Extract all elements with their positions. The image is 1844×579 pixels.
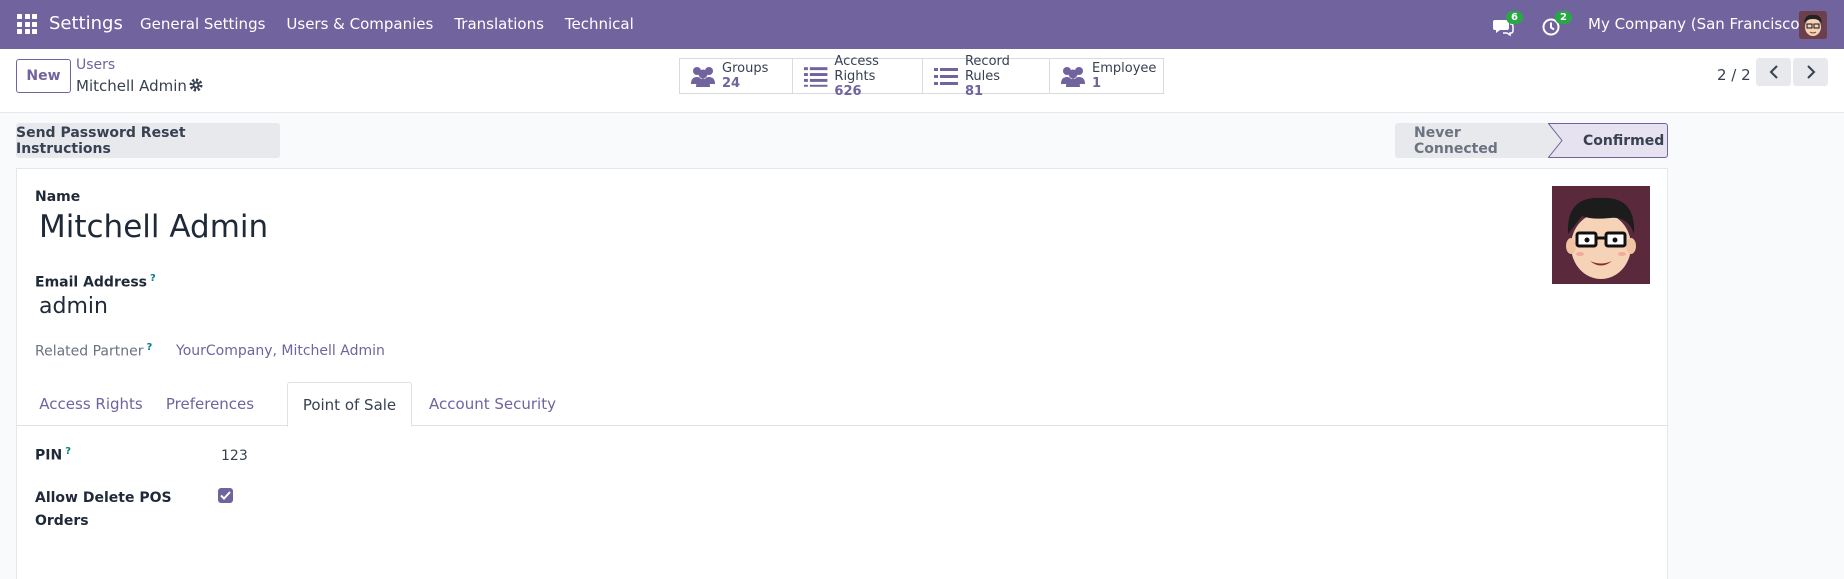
user-photo[interactable] [1552,186,1650,284]
allow-delete-pos-orders-label: Allow Delete POS Orders [35,490,172,529]
user-avatar[interactable] [1799,11,1827,39]
chevron-right-icon [1806,65,1815,79]
employee-smart-button[interactable]: Employee 1 [1049,58,1164,94]
check-icon [220,491,231,500]
tab-access-rights[interactable]: Access Rights [36,382,146,426]
list-icon [933,68,958,85]
name-label: Name [35,189,81,205]
name-field[interactable]: Mitchell Admin [39,209,268,245]
send-password-reset-button[interactable]: Send Password Reset Instructions [16,123,280,158]
new-button[interactable]: New [16,59,71,93]
allow-delete-pos-orders-checkbox[interactable] [218,488,233,503]
messages-count-badge: 6 [1506,11,1523,24]
activities-count-badge: 2 [1555,11,1572,24]
status-bar: Never Connected Confirmed [1395,123,1668,158]
groups-count: 24 [722,76,741,91]
access-rights-count: 626 [834,83,862,99]
pager-next-button[interactable] [1793,58,1828,86]
tab-account-security[interactable]: Account Security [425,382,560,426]
email-label: Email Address? [35,273,156,291]
stage-never-connected[interactable]: Never Connected [1395,123,1549,158]
employee-label: Employee [1092,61,1157,76]
record-rules-count: 81 [964,83,984,99]
list-icon [803,67,828,87]
activities-button[interactable]: 2 [1541,11,1572,39]
stage-arrow-separator [1548,123,1563,158]
tab-point-of-sale[interactable]: Point of Sale [287,382,412,427]
pin-label: PIN? [35,446,71,464]
email-field[interactable]: admin [39,294,108,319]
menu-general-settings[interactable]: General Settings [140,15,265,33]
gear-icon[interactable] [188,77,204,93]
related-partner-link[interactable]: YourCompany, Mitchell Admin [176,343,385,359]
users-icon [1061,67,1085,87]
form-sheet: Name Mitchell Admin Email Address? admin… [16,168,1668,579]
user-photo-icon [1552,186,1650,284]
breadcrumb-users-link[interactable]: Users [76,57,115,73]
control-panel: New Users Mitchell Admin Groups 24 Acces… [0,49,1844,113]
pin-help-icon[interactable]: ? [65,446,71,457]
main-menu: General Settings Users & Companies Trans… [140,15,655,33]
groups-label: Groups [722,61,769,76]
access-rights-smart-button[interactable]: Access Rights 626 [792,54,923,99]
menu-technical[interactable]: Technical [565,15,634,33]
access-rights-label: Access Rights [834,53,879,84]
top-navbar: Settings General Settings Users & Compan… [0,0,1844,49]
groups-smart-button[interactable]: Groups 24 [679,58,793,94]
user-avatar-icon [1799,11,1827,39]
messages-button[interactable]: 6 [1492,11,1523,39]
menu-users-companies[interactable]: Users & Companies [286,15,433,33]
related-partner-label: Related Partner? [35,342,153,360]
form-tabs: Access Rights Preferences Point of Sale … [17,382,1667,427]
menu-translations[interactable]: Translations [454,15,544,33]
chevron-left-icon [1769,65,1778,79]
tab-preferences[interactable]: Preferences [154,382,266,426]
employee-count: 1 [1092,76,1102,91]
pin-field[interactable]: 123 [221,448,248,464]
app-title[interactable]: Settings [49,13,123,34]
pager-value[interactable]: 2 / 2 [1717,66,1751,84]
pager-previous-button[interactable] [1756,58,1791,86]
users-icon [691,67,715,87]
record-rules-label: Record Rules [964,53,1010,84]
record-rules-smart-button[interactable]: Record Rules 81 [922,54,1050,99]
breadcrumb-current: Mitchell Admin [76,77,187,95]
apps-menu-icon[interactable] [17,14,37,34]
company-switcher[interactable]: My Company (San Francisco) [1588,15,1805,33]
partner-help-icon[interactable]: ? [147,342,153,353]
stage-confirmed[interactable]: Confirmed [1549,123,1668,158]
email-help-icon[interactable]: ? [150,273,156,284]
